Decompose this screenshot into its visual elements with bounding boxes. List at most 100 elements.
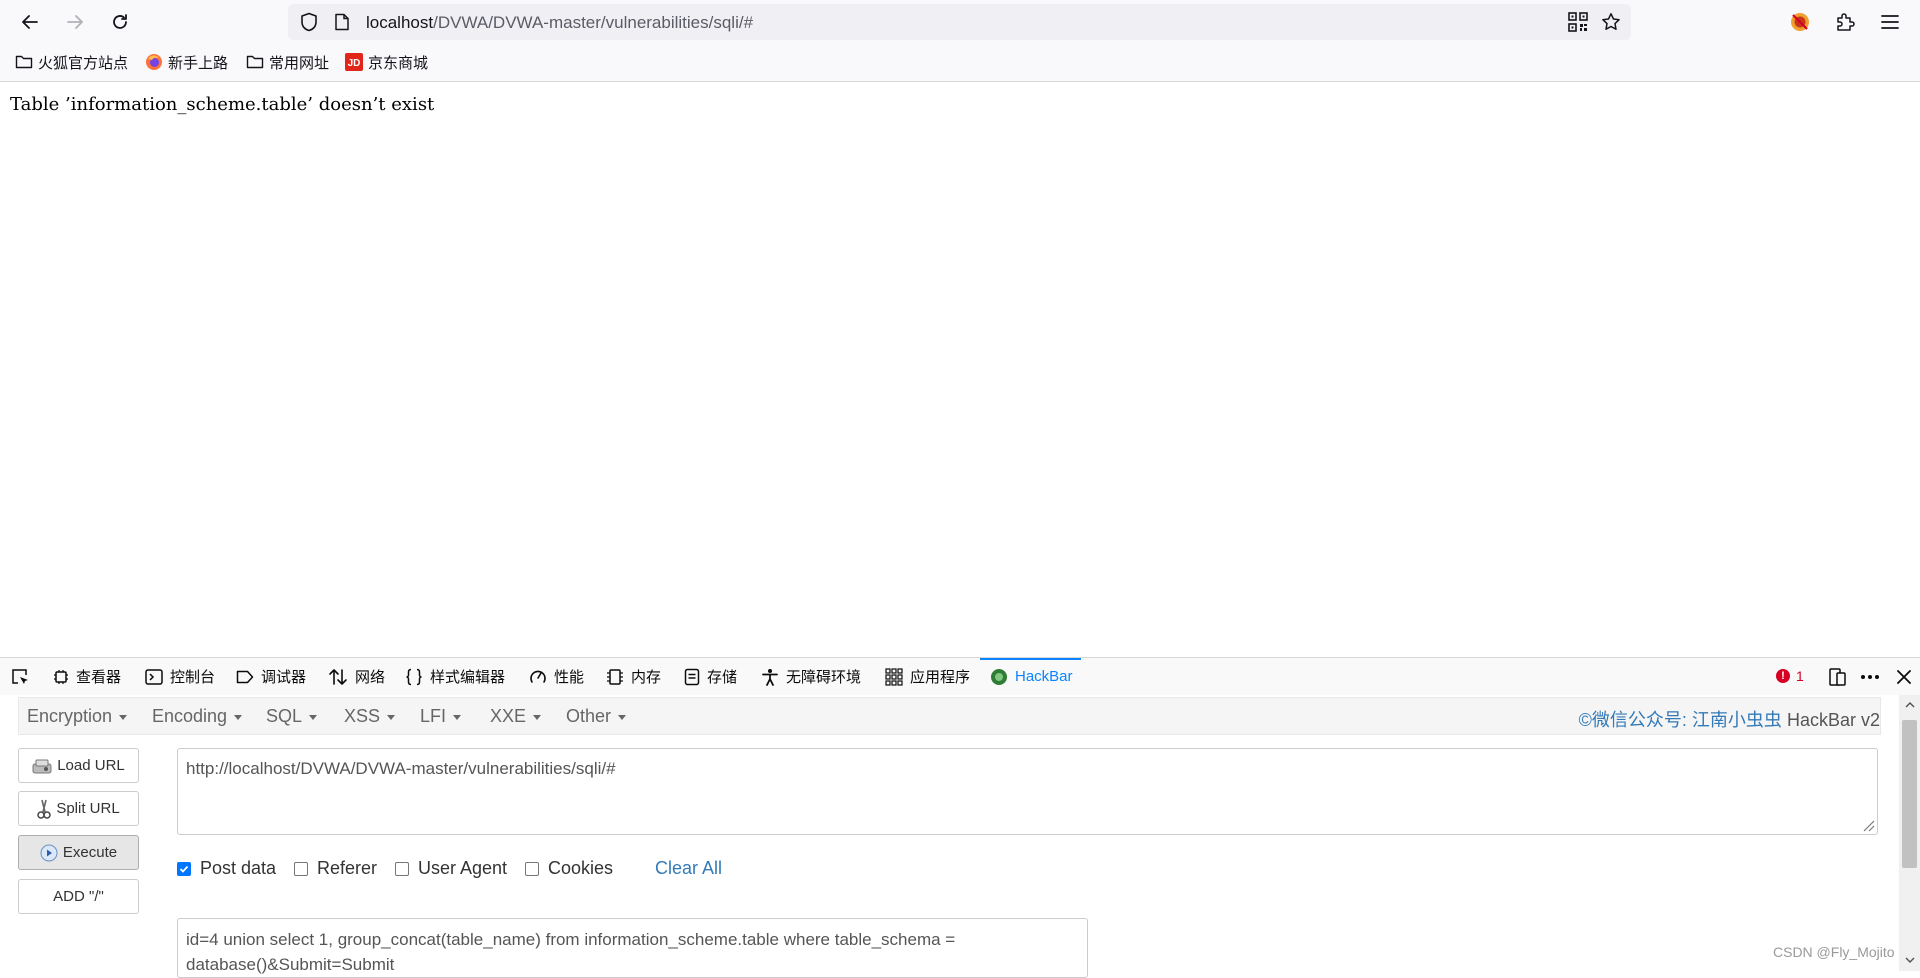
- checkbox-checked-icon[interactable]: [177, 861, 191, 876]
- reload-icon: [113, 14, 127, 29]
- checkbox-icon[interactable]: [294, 861, 308, 876]
- url-text[interactable]: localhost/DVWA/DVWA-master/vulnerabiliti…: [366, 13, 753, 33]
- caret-down-icon: [387, 715, 396, 720]
- load-url-icon: [32, 759, 52, 773]
- bookmark-item[interactable]: 常用网址: [246, 52, 329, 72]
- hackbar-credit-link[interactable]: ©微信公众号: 江南小虫虫: [1579, 710, 1782, 730]
- watermark: CSDN @Fly_Mojito: [1773, 944, 1895, 960]
- menu-xss[interactable]: XSS: [344, 706, 396, 727]
- tracking-shield-icon[interactable]: [300, 12, 318, 32]
- split-url-button[interactable]: Split URL: [18, 791, 139, 826]
- caret-down-icon: [453, 715, 462, 720]
- scissors-icon: [37, 799, 52, 819]
- caret-down-icon: [309, 715, 318, 720]
- url-textarea[interactable]: http://localhost/DVWA/DVWA-master/vulner…: [177, 748, 1878, 835]
- firefox-icon: [146, 54, 162, 70]
- sql-error-message: Table ’information_scheme.table’ doesn’t…: [10, 94, 435, 115]
- qr-code-icon[interactable]: [1568, 12, 1588, 32]
- close-devtools-button[interactable]: [1893, 666, 1915, 688]
- tab-label: 性能: [554, 669, 585, 686]
- tab-label: 查看器: [76, 669, 122, 686]
- post-data-label: Post data: [200, 858, 277, 878]
- bookmark-item[interactable]: JD 京东商城: [345, 52, 428, 72]
- tab-label: 调试器: [261, 669, 307, 686]
- responsive-design-icon: [1829, 668, 1846, 686]
- app-menu-button[interactable]: [1874, 6, 1906, 38]
- page-info-icon[interactable]: [334, 13, 350, 31]
- forward-button[interactable]: [59, 6, 91, 38]
- add-slash-button[interactable]: ADD "/": [18, 879, 139, 914]
- post-data-checkbox[interactable]: Post data: [177, 858, 276, 879]
- tab-label: 网络: [355, 669, 386, 686]
- post-data-textarea[interactable]: id=4 union select 1, group_concat(table_…: [177, 918, 1088, 978]
- tab-accessibility[interactable]: 无障碍环境: [761, 658, 861, 695]
- forward-arrow-icon: [67, 15, 83, 29]
- devtools-options-button[interactable]: [1859, 666, 1881, 688]
- tab-label: 内存: [631, 669, 662, 686]
- hackbar-panel: Encryption Encoding SQL XSS LFI XXE Othe…: [0, 695, 1920, 978]
- scroll-down-icon[interactable]: [1905, 957, 1915, 963]
- scrollbar-thumb[interactable]: [1902, 720, 1917, 868]
- puzzle-icon: [1837, 13, 1855, 31]
- caret-down-icon: [119, 715, 128, 720]
- tab-memory[interactable]: 内存: [606, 658, 661, 695]
- inspector-icon: [54, 669, 68, 684]
- tab-style-editor[interactable]: 样式编辑器: [405, 658, 505, 695]
- clear-all-link[interactable]: Clear All: [655, 858, 722, 879]
- error-count-badge[interactable]: ! 1: [1776, 668, 1804, 684]
- post-data-value: id=4 union select 1, group_concat(table_…: [186, 930, 956, 974]
- checkbox-icon[interactable]: [525, 861, 539, 876]
- tab-application[interactable]: 应用程序: [885, 658, 970, 695]
- menu-encryption[interactable]: Encryption: [27, 706, 128, 727]
- style-editor-icon: [406, 668, 422, 685]
- hamburger-menu-icon: [1881, 15, 1899, 29]
- tab-hackbar[interactable]: HackBar: [980, 658, 1081, 695]
- element-picker-button[interactable]: [9, 666, 31, 688]
- memory-icon: [607, 668, 623, 685]
- caret-down-icon: [234, 715, 243, 720]
- page-content: Table ’information_scheme.table’ doesn’t…: [0, 82, 1920, 657]
- bookmark-item[interactable]: 新手上路: [145, 52, 228, 72]
- menu-xxe[interactable]: XXE: [490, 706, 542, 727]
- checkbox-icon[interactable]: [395, 861, 409, 876]
- cookies-checkbox[interactable]: Cookies: [525, 858, 613, 879]
- error-icon: !: [1776, 669, 1790, 683]
- jd-icon: JD: [345, 53, 363, 71]
- blocked-extension-icon: [1791, 13, 1809, 31]
- bookmark-item[interactable]: 火狐官方站点: [15, 52, 128, 72]
- hackbar-scrollbar[interactable]: [1899, 695, 1920, 971]
- reload-button[interactable]: [104, 6, 136, 38]
- referer-checkbox[interactable]: Referer: [294, 858, 377, 879]
- back-button[interactable]: [14, 6, 46, 38]
- back-arrow-icon: [22, 15, 38, 29]
- menu-sql[interactable]: SQL: [266, 706, 318, 727]
- menu-lfi[interactable]: LFI: [420, 706, 462, 727]
- caret-down-icon: [618, 715, 627, 720]
- scroll-up-icon[interactable]: [1905, 702, 1915, 708]
- url-host: localhost: [366, 13, 434, 32]
- tab-performance[interactable]: 性能: [529, 658, 584, 695]
- menu-other[interactable]: Other: [566, 706, 627, 727]
- menu-encoding[interactable]: Encoding: [152, 706, 243, 727]
- bookmark-label: 常用网址: [269, 54, 330, 72]
- tab-debugger[interactable]: 调试器: [236, 658, 306, 695]
- hackbar-menubar: Encryption Encoding SQL XSS LFI XXE Othe…: [18, 697, 1881, 735]
- referer-label: Referer: [317, 858, 378, 878]
- tab-inspector[interactable]: 查看器: [53, 658, 121, 695]
- address-bar[interactable]: localhost/DVWA/DVWA-master/vulnerabiliti…: [288, 4, 1631, 40]
- url-textarea-value: http://localhost/DVWA/DVWA-master/vulner…: [186, 759, 616, 778]
- storage-icon: [684, 668, 700, 685]
- bookmark-star-icon[interactable]: [1601, 12, 1621, 32]
- execute-button[interactable]: Execute: [18, 835, 139, 870]
- folder-icon: [15, 55, 33, 69]
- resize-handle-icon[interactable]: [1861, 818, 1875, 832]
- responsive-design-button[interactable]: [1826, 666, 1848, 688]
- tab-network[interactable]: 网络: [328, 658, 385, 695]
- extensions-button[interactable]: [1829, 6, 1861, 38]
- tab-storage[interactable]: 存储: [684, 658, 737, 695]
- load-url-button[interactable]: Load URL: [18, 748, 139, 783]
- extension-button[interactable]: [1784, 6, 1816, 38]
- tab-label: 应用程序: [910, 669, 971, 686]
- tab-console[interactable]: 控制台: [145, 658, 215, 695]
- user-agent-checkbox[interactable]: User Agent: [395, 858, 507, 879]
